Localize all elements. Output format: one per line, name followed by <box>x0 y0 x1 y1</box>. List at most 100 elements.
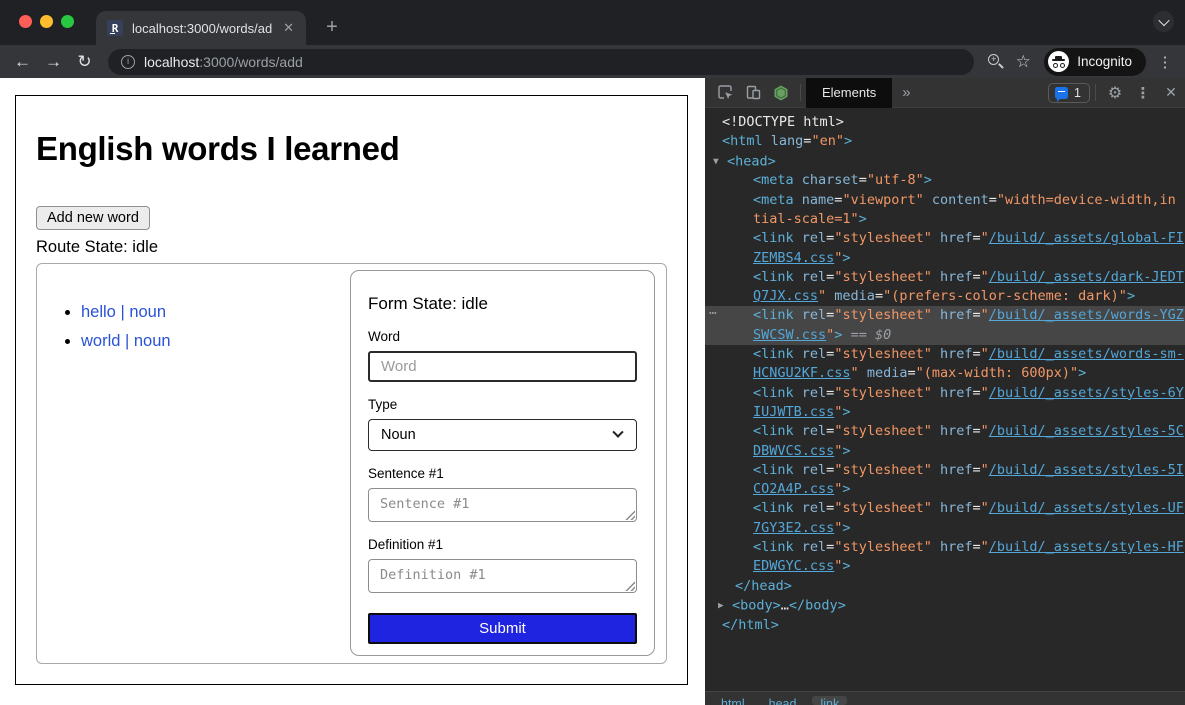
code-line[interactable]: IUJWTB.css"> <box>705 403 1185 422</box>
code-line[interactable]: </head> <box>705 577 1185 596</box>
type-select[interactable]: Noun <box>368 419 637 451</box>
sentence-textarea[interactable] <box>368 488 637 522</box>
code-line[interactable]: <link rel="stylesheet" href="/build/_ass… <box>705 345 1185 364</box>
words-container: hello | noun world | noun Form State: idl… <box>36 263 667 664</box>
device-toolbar-icon[interactable] <box>739 80 767 106</box>
code-line[interactable]: <link rel="stylesheet" href="/build/_ass… <box>705 461 1185 480</box>
tab-close-icon[interactable]: ✕ <box>281 20 296 36</box>
separator <box>800 84 801 101</box>
definition-label: Definition #1 <box>368 537 637 552</box>
code-line[interactable]: <html lang="en"> <box>705 132 1185 151</box>
word-list-item: world | noun <box>81 332 171 351</box>
incognito-badge[interactable]: Incognito <box>1044 48 1146 76</box>
devtools-code: <!DOCTYPE html><html lang="en">▼<head><m… <box>705 108 1185 691</box>
breadcrumb-item-link[interactable]: link <box>812 696 847 705</box>
devtools-breadcrumb: html head link <box>705 691 1185 705</box>
code-line[interactable]: <link rel="stylesheet" href="/build/_ass… <box>705 229 1185 248</box>
route-state-text: Route State: idle <box>36 238 667 257</box>
code-line[interactable]: <link rel="stylesheet" href="/build/_ass… <box>705 384 1185 403</box>
tab-search-button[interactable] <box>1153 11 1174 32</box>
code-line[interactable]: ▶<body>…</body> <box>705 596 1185 616</box>
words-list: hello | noun world | noun <box>37 303 171 663</box>
traffic-lights <box>19 15 74 28</box>
back-button[interactable]: ← <box>9 52 36 72</box>
word-list-item: hello | noun <box>81 303 171 322</box>
code-line[interactable]: 7GY3E2.css"> <box>705 519 1185 538</box>
magnifier-handle-icon <box>998 63 1004 69</box>
url-host: localhost <box>144 54 199 70</box>
close-devtools-icon[interactable]: ✕ <box>1157 80 1185 106</box>
line-options-icon[interactable]: ⋯ <box>709 304 718 323</box>
browser-menu-icon[interactable]: ⋮ <box>1154 53 1176 71</box>
nodejs-icon[interactable] <box>767 80 795 106</box>
code-line[interactable]: <link rel="stylesheet" href="/build/_ass… <box>705 538 1185 557</box>
issues-count: 1 <box>1074 86 1081 100</box>
add-new-word-button[interactable]: Add new word <box>36 206 150 230</box>
incognito-label: Incognito <box>1077 54 1132 69</box>
code-line[interactable]: <!DOCTYPE html> <box>705 113 1185 132</box>
minimize-window-button[interactable] <box>40 15 53 28</box>
page-outer-box: English words I learned Add new word Rou… <box>15 95 688 685</box>
type-select-value: Noun <box>381 427 416 443</box>
word-input[interactable] <box>368 351 637 382</box>
inspect-element-icon[interactable] <box>711 80 739 106</box>
devtools-toolbar: Elements » 1 ⚙ ⋮ ✕ <box>705 78 1185 108</box>
devtools-panel: Elements » 1 ⚙ ⋮ ✕ <!DOCTYPE html><html … <box>705 78 1185 705</box>
titlebar: R localhost:3000/words/add ✕ + <box>0 0 1185 45</box>
code-line[interactable]: HCNGU2KF.css" media="(max-width: 600px)"… <box>705 364 1185 383</box>
breadcrumb-item-html[interactable]: html <box>713 696 753 705</box>
remix-favicon-icon: R <box>107 20 123 36</box>
code-line[interactable]: </html> <box>705 616 1185 635</box>
settings-gear-icon[interactable]: ⚙ <box>1101 80 1129 106</box>
zoom-icon[interactable]: + <box>984 52 1006 72</box>
code-line[interactable]: <meta charset="utf-8"> <box>705 171 1185 190</box>
code-line[interactable]: DBWVCS.css"> <box>705 442 1185 461</box>
code-line[interactable]: ▼<head> <box>705 152 1185 172</box>
add-word-form: Form State: idle Word Type Noun Sentence… <box>350 270 655 656</box>
breadcrumb-item-head[interactable]: head <box>761 696 805 705</box>
collapse-arrow-icon[interactable]: ▶ <box>718 596 732 615</box>
close-window-button[interactable] <box>19 15 32 28</box>
separator <box>1095 84 1096 101</box>
word-label: Word <box>368 329 637 344</box>
tab-elements[interactable]: Elements <box>806 78 892 108</box>
devtools-menu-icon[interactable]: ⋮ <box>1129 80 1157 106</box>
code-line[interactable]: <link rel="stylesheet" href="/build/_ass… <box>705 268 1185 287</box>
definition-textarea[interactable] <box>368 559 637 593</box>
code-line[interactable]: Q7JX.css" media="(prefers-color-scheme: … <box>705 287 1185 306</box>
tab-title: localhost:3000/words/add <box>132 21 272 36</box>
type-label: Type <box>368 397 637 412</box>
code-line[interactable]: SWCSW.css"> == $0 <box>705 326 1185 345</box>
code-line[interactable]: ⋯<link rel="stylesheet" href="/build/_as… <box>705 306 1185 325</box>
expand-arrow-icon[interactable]: ▼ <box>713 152 727 171</box>
submit-button[interactable]: Submit <box>368 613 637 644</box>
word-link[interactable]: hello | noun <box>81 303 166 321</box>
forward-button[interactable]: → <box>40 52 67 72</box>
code-line[interactable]: CO2A4P.css"> <box>705 480 1185 499</box>
site-info-icon[interactable]: i <box>121 55 135 69</box>
browser-toolbar: ← → ↻ i localhost:3000/words/add + ☆ Inc… <box>0 45 1185 78</box>
reload-button[interactable]: ↻ <box>71 52 98 72</box>
new-tab-button[interactable]: + <box>320 16 344 39</box>
word-link[interactable]: world | noun <box>81 332 171 350</box>
code-line[interactable]: EDWGYC.css"> <box>705 557 1185 576</box>
magnifier-glass-icon: + <box>988 54 999 65</box>
code-line[interactable]: tial-scale=1"> <box>705 210 1185 229</box>
form-state-text: Form State: idle <box>368 294 637 314</box>
bookmark-star-icon[interactable]: ☆ <box>1010 52 1036 72</box>
url-text: localhost:3000/words/add <box>144 54 303 70</box>
address-bar[interactable]: i localhost:3000/words/add <box>108 49 974 75</box>
code-line[interactable]: <link rel="stylesheet" href="/build/_ass… <box>705 422 1185 441</box>
more-tabs-icon[interactable]: » <box>892 84 920 101</box>
chevron-down-icon <box>1158 14 1169 25</box>
chevron-down-icon <box>612 427 623 438</box>
browser-tab[interactable]: R localhost:3000/words/add ✕ <box>96 11 306 45</box>
url-path: :3000/words/add <box>199 54 303 70</box>
sentence-label: Sentence #1 <box>368 466 637 481</box>
code-line[interactable]: <link rel="stylesheet" href="/build/_ass… <box>705 499 1185 518</box>
issues-counter[interactable]: 1 <box>1048 83 1090 103</box>
issues-message-icon <box>1055 87 1068 99</box>
code-line[interactable]: ZEMBS4.css"> <box>705 249 1185 268</box>
code-line[interactable]: <meta name="viewport" content="width=dev… <box>705 191 1185 210</box>
fullscreen-window-button[interactable] <box>61 15 74 28</box>
